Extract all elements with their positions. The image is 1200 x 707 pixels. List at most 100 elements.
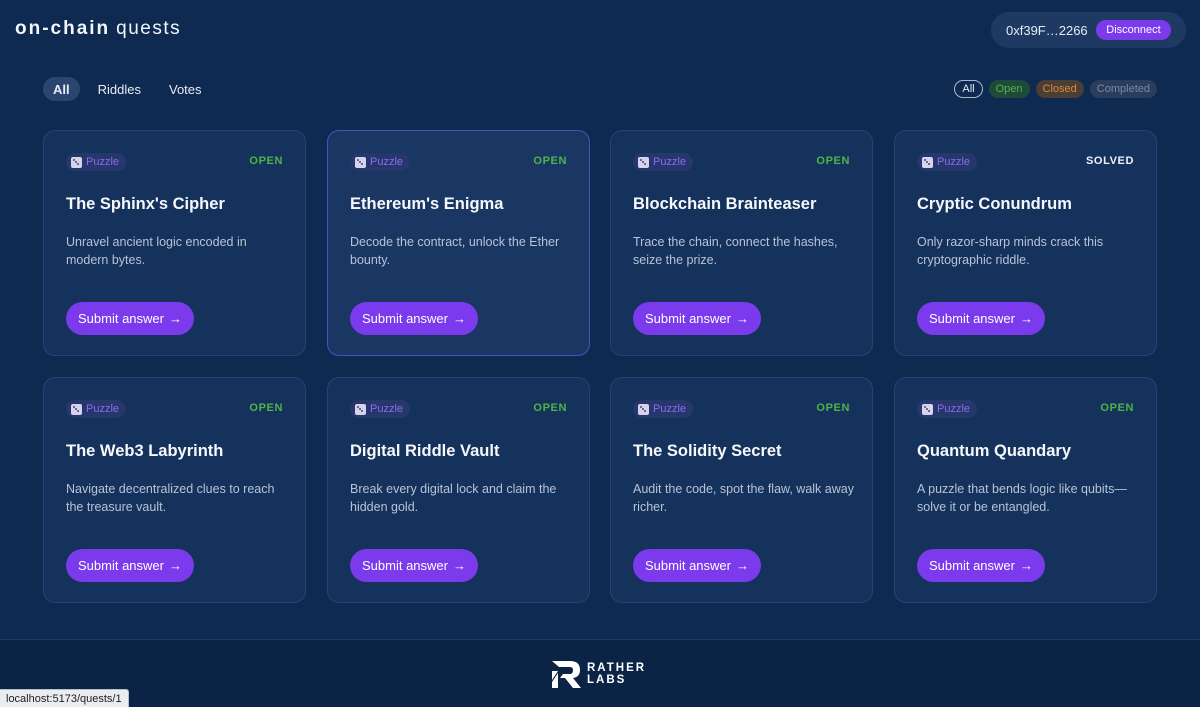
submit-label: Submit answer [645,311,731,326]
status-badge: OPEN [816,402,850,414]
quest-title: The Solidity Secret [633,442,782,460]
status-filters: All Open Closed Completed [954,80,1157,98]
arrow-right-icon: → [1019,558,1033,573]
quest-card: Puzzle OPEN The Solidity Secret Audit th… [610,377,873,603]
dice-icon [922,403,933,415]
category-label: Puzzle [937,403,971,415]
arrow-right-icon: → [452,311,466,326]
category-chip: Puzzle [633,400,694,418]
dice-icon [71,403,82,415]
status-badge: OPEN [816,155,850,167]
category-label: Puzzle [653,403,687,415]
arrow-right-icon: → [735,311,749,326]
arrow-right-icon: → [735,558,749,573]
category-chip: Puzzle [66,153,127,171]
quest-description: Unravel ancient logic encoded in modern … [66,235,247,267]
filter-open[interactable]: Open [988,80,1030,98]
header: on-chain quests 0xf39F…2266 Disconnect [0,0,1200,62]
category-label: Puzzle [937,156,971,168]
filter-closed[interactable]: Closed [1035,80,1084,98]
app-title: on-chain quests [15,18,181,40]
arrow-right-icon: → [452,558,466,573]
status-badge: OPEN [1100,402,1134,414]
rather-labs-logo-icon [552,661,581,688]
submit-answer-button[interactable]: Submit answer → [350,549,478,582]
logo-line-2: LABS [587,674,627,686]
submit-label: Submit answer [78,311,164,326]
dice-icon [638,403,649,415]
tab-riddles[interactable]: Riddles [88,77,151,101]
submit-answer-button[interactable]: Submit answer → [633,302,761,335]
status-badge: OPEN [249,402,283,414]
quest-description: Break every digital lock and claim the h… [350,482,557,514]
filter-completed[interactable]: Completed [1089,80,1157,98]
quest-title: Cryptic Conundrum [917,195,1072,213]
category-chip: Puzzle [917,153,978,171]
wallet-address: 0xf39F…2266 [1006,22,1088,38]
submit-label: Submit answer [78,558,164,573]
quest-description: Decode the contract, unlock the Ether bo… [350,235,560,267]
tab-votes[interactable]: Votes [159,77,212,101]
category-chip: Puzzle [66,400,127,418]
arrow-right-icon: → [1019,311,1033,326]
arrow-right-icon: → [168,558,182,573]
dice-icon [71,156,82,168]
filter-all[interactable]: All [954,80,983,98]
disconnect-button[interactable]: Disconnect [1096,20,1171,40]
quest-title: Quantum Quandary [917,442,1072,460]
dice-icon [355,403,366,415]
quest-card: Puzzle SOLVED Cryptic Conundrum Only raz… [894,130,1157,356]
quest-description: Trace the chain, connect the hashes, sei… [633,235,838,267]
dice-icon [355,156,366,168]
dice-icon [638,156,649,168]
quest-card: Puzzle OPEN Ethereum's Enigma Decode the… [327,130,590,356]
submit-label: Submit answer [645,558,731,573]
category-chip: Puzzle [350,153,411,171]
quest-description: A puzzle that bends logic like qubits—so… [917,482,1127,514]
tab-all[interactable]: All [43,77,80,101]
category-chip: Puzzle [917,400,978,418]
quest-card: Puzzle OPEN Blockchain Brainteaser Trace… [610,130,873,356]
status-badge: OPEN [533,155,567,167]
category-chip: Puzzle [633,153,694,171]
status-badge: OPEN [533,402,567,414]
quest-title: The Sphinx's Cipher [66,195,225,213]
arrow-right-icon: → [168,311,182,326]
quest-card: Puzzle OPEN Quantum Quandary A puzzle th… [894,377,1157,603]
brand-bold: on-chain [15,18,111,39]
submit-label: Submit answer [929,311,1015,326]
brand-light: quests [116,18,182,39]
submit-label: Submit answer [362,558,448,573]
quest-title: Ethereum's Enigma [350,195,504,213]
submit-answer-button[interactable]: Submit answer → [917,302,1045,335]
category-tabs: All Riddles Votes [43,77,220,101]
submit-label: Submit answer [362,311,448,326]
quest-card: Puzzle OPEN The Web3 Labyrinth Navigate … [43,377,306,603]
quest-title: The Web3 Labyrinth [66,442,224,460]
quest-card: Puzzle OPEN Digital Riddle Vault Break e… [327,377,590,603]
wallet-widget: 0xf39F…2266 Disconnect [991,12,1186,48]
quest-description: Only razor-sharp minds crack this crypto… [917,235,1104,267]
quest-title: Digital Riddle Vault [350,442,500,460]
category-chip: Puzzle [350,400,411,418]
category-label: Puzzle [370,403,404,415]
submit-answer-button[interactable]: Submit answer → [66,302,194,335]
submit-answer-button[interactable]: Submit answer → [633,549,761,582]
category-label: Puzzle [86,403,120,415]
category-label: Puzzle [86,156,120,168]
quest-card: Puzzle OPEN The Sphinx's Cipher Unravel … [43,130,306,356]
logo-line-1: RATHER [587,662,647,674]
submit-answer-button[interactable]: Submit answer → [917,549,1045,582]
submit-answer-button[interactable]: Submit answer → [66,549,194,582]
dice-icon [922,156,933,168]
browser-status-url: localhost:5173/quests/1 [0,689,129,707]
rather-labs-logo[interactable]: RATHER LABS [550,658,646,690]
submit-label: Submit answer [929,558,1015,573]
status-badge: SOLVED [1085,155,1134,167]
quest-title: Blockchain Brainteaser [633,195,817,213]
category-label: Puzzle [370,156,404,168]
logo-text: RATHER LABS [587,662,646,686]
category-label: Puzzle [653,156,687,168]
status-badge: OPEN [249,155,283,167]
submit-answer-button[interactable]: Submit answer → [350,302,478,335]
